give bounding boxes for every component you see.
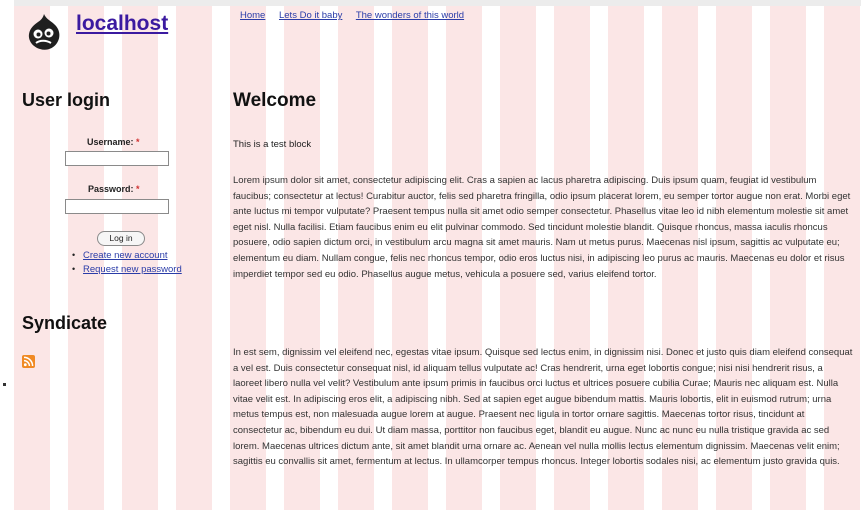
required-mark: * <box>136 137 140 147</box>
syndicate-title: Syndicate <box>22 313 108 333</box>
intro-text: This is a test block <box>233 139 312 150</box>
drupal-logo-icon[interactable] <box>24 12 64 52</box>
login-links: Create new account Request new password <box>72 250 182 278</box>
create-account-link[interactable]: Create new account <box>83 250 168 261</box>
browser-viewport: localhost Home Lets Do it baby The wonde… <box>0 0 861 510</box>
request-password-link[interactable]: Request new password <box>83 264 182 275</box>
body-paragraph: In est sem, dignissim vel eleifend nec, … <box>233 347 853 468</box>
cursor-dot <box>3 383 6 386</box>
site-name-link[interactable]: localhost <box>76 12 168 36</box>
list-item: Request new password <box>72 264 182 275</box>
primary-links: Home Lets Do it baby The wonders of this… <box>240 10 475 21</box>
nav-link-home[interactable]: Home <box>240 10 265 21</box>
rss-feed-icon[interactable] <box>22 355 35 368</box>
username-field[interactable] <box>65 151 169 166</box>
login-button[interactable]: Log in <box>97 231 145 246</box>
list-item: Create new account <box>72 250 182 261</box>
page-canvas: localhost Home Lets Do it baby The wonde… <box>14 6 861 510</box>
nav-link-wonders[interactable]: The wonders of this world <box>356 10 464 21</box>
page-title: Welcome <box>233 90 317 111</box>
username-label: Username: * <box>87 137 140 147</box>
password-label: Password: * <box>88 184 140 194</box>
body-paragraph: Lorem ipsum dolor sit amet, consectetur … <box>233 175 851 280</box>
user-login-title: User login <box>22 90 111 110</box>
required-mark: * <box>136 184 140 194</box>
nav-link-lets-do-it[interactable]: Lets Do it baby <box>279 10 342 21</box>
left-margin <box>0 0 14 510</box>
password-field[interactable] <box>65 199 169 214</box>
